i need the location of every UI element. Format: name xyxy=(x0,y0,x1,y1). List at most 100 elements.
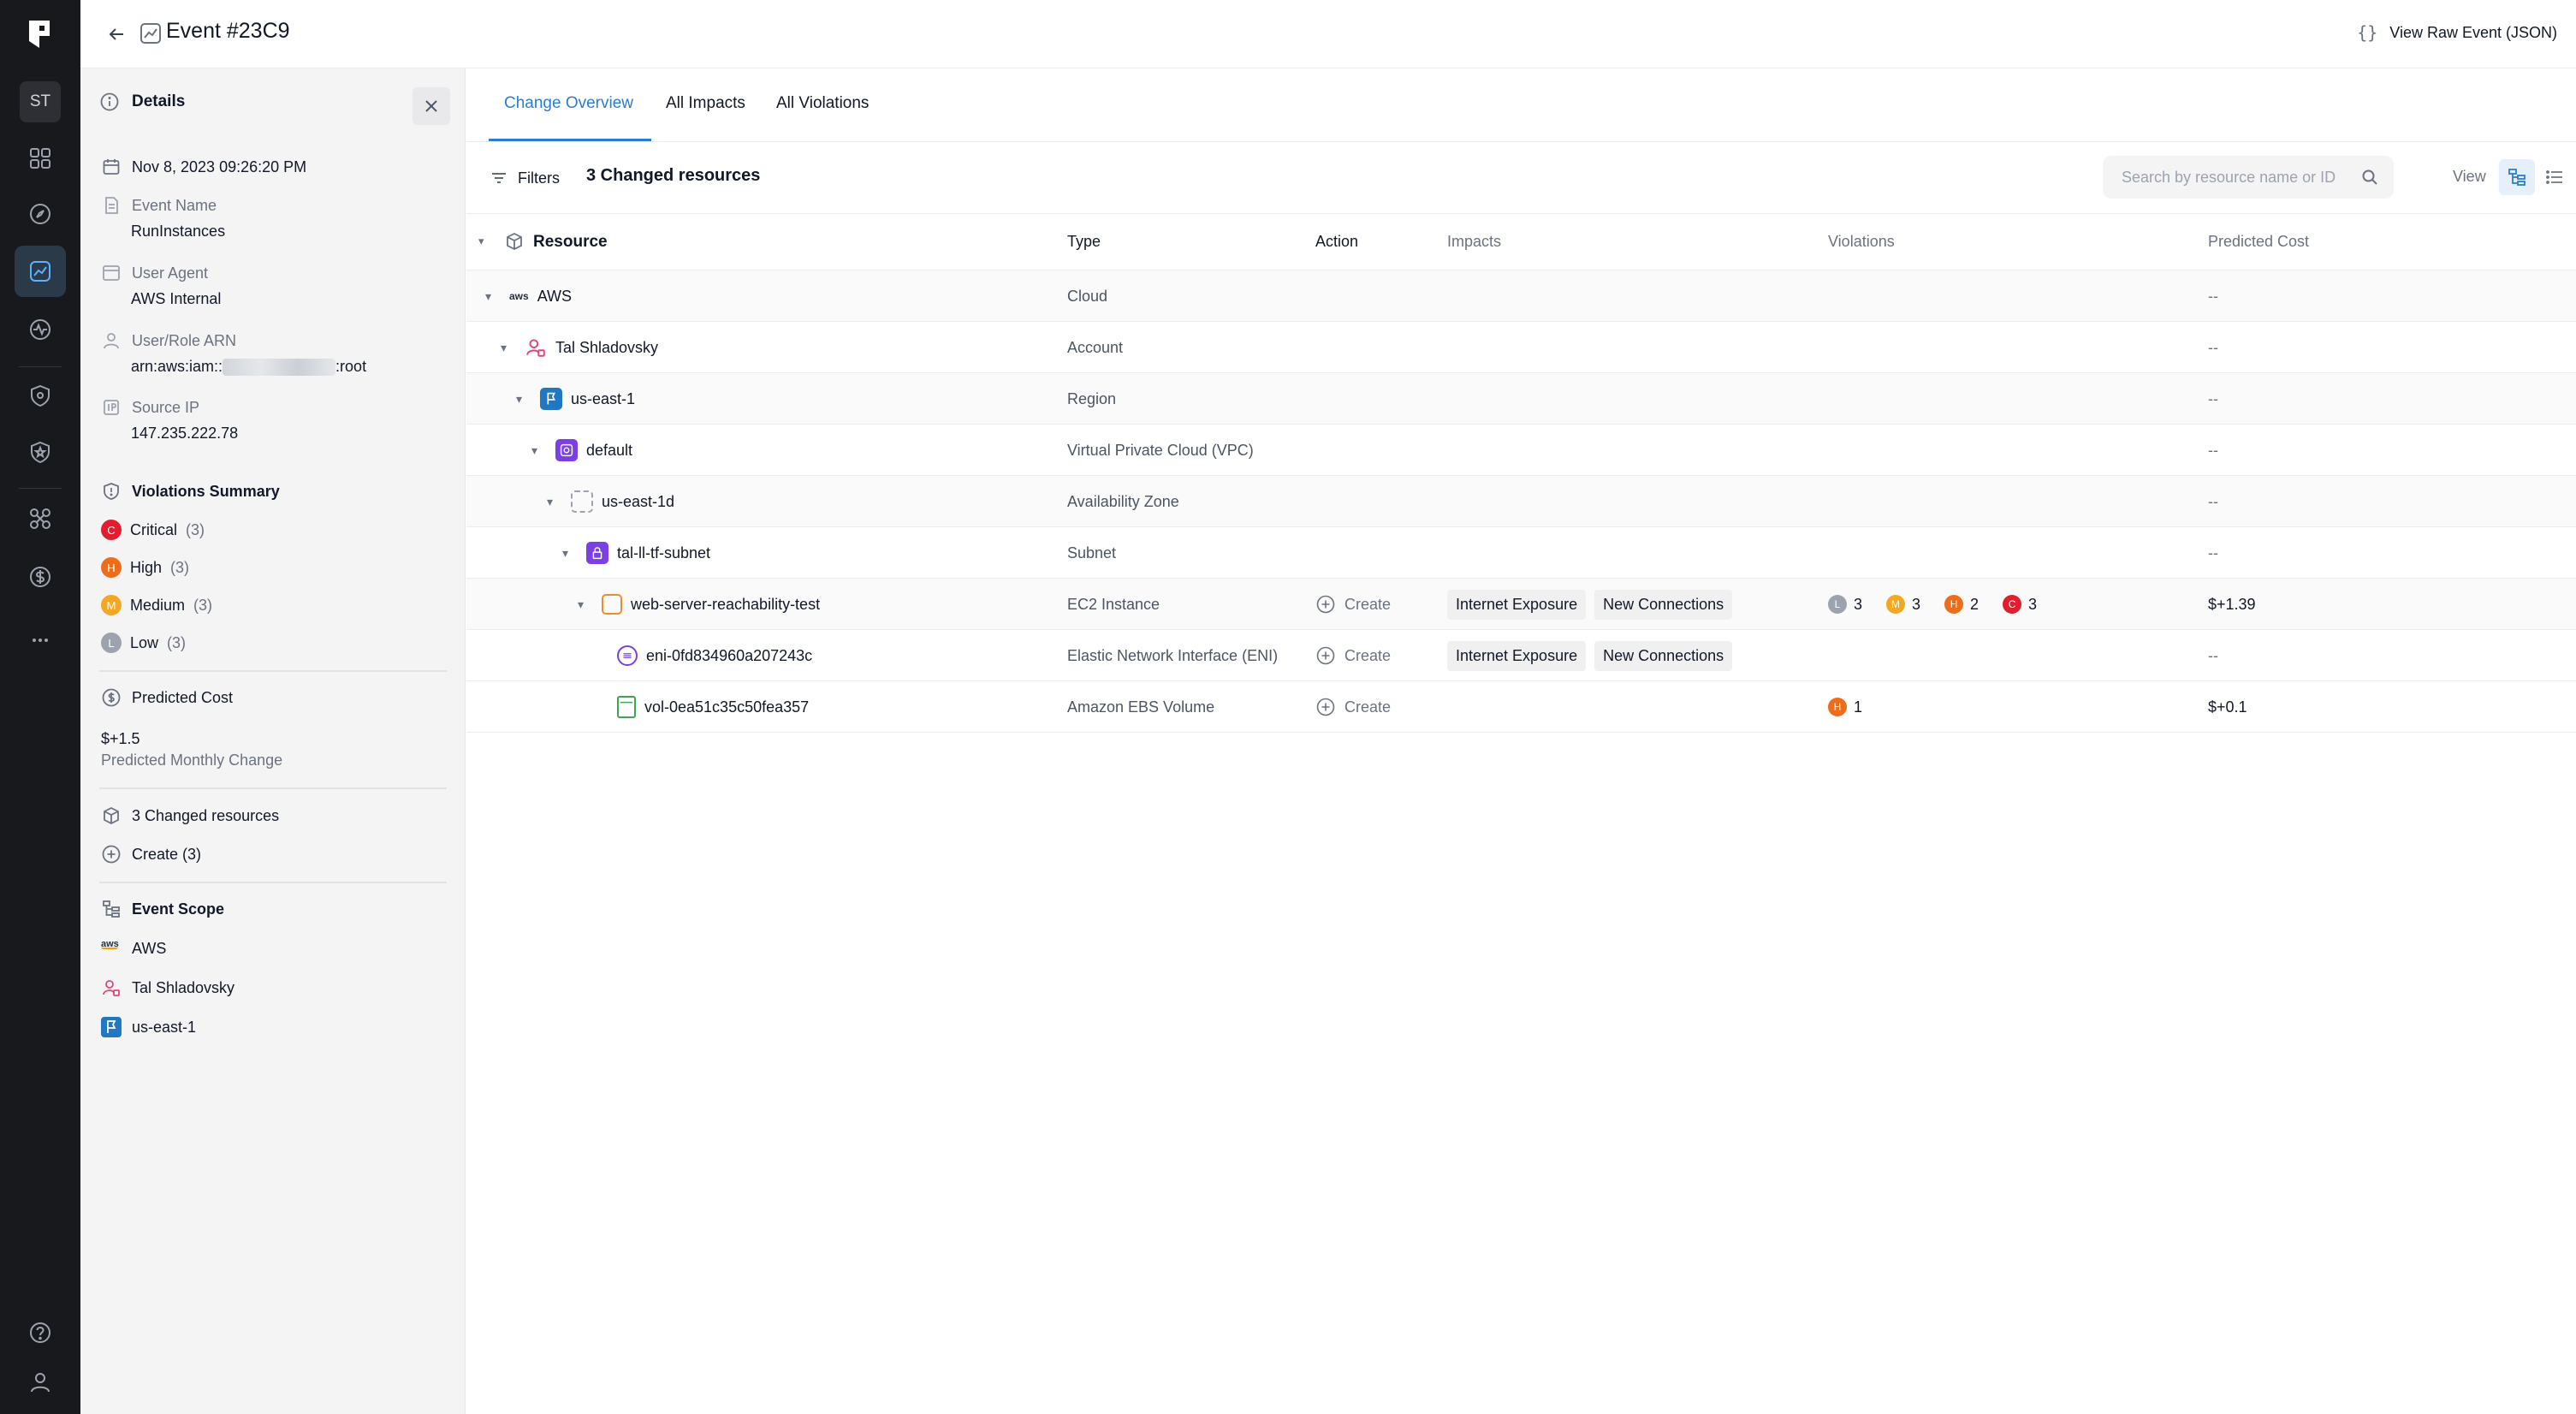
events-icon[interactable] xyxy=(15,246,66,297)
changed-resources-heading: 3 Changed resources xyxy=(101,805,279,826)
resource-name[interactable]: us-east-1d xyxy=(602,493,674,511)
region-flag-icon xyxy=(101,1017,122,1037)
nav-rail: ST xyxy=(0,0,80,1414)
violation-critical[interactable]: C Critical (3) xyxy=(101,520,205,540)
integrations-icon[interactable] xyxy=(15,493,66,544)
impact-tag[interactable]: Internet Exposure xyxy=(1447,640,1587,671)
tree-view-button[interactable] xyxy=(2499,159,2535,195)
scope-label: AWS xyxy=(132,939,167,957)
shield-star-icon[interactable] xyxy=(15,426,66,478)
scope-label: Tal Shladovsky xyxy=(132,978,235,996)
violation-high[interactable]: H1 xyxy=(1828,698,1862,716)
event-date-value: Nov 8, 2023 09:26:20 PM xyxy=(132,157,307,175)
resource-name[interactable]: us-east-1 xyxy=(571,390,635,408)
medium-badge: M xyxy=(101,595,122,615)
impact-tag[interactable]: Internet Exposure xyxy=(1447,589,1587,620)
view-raw-event-link[interactable]: {} View Raw Event (JSON) xyxy=(2357,22,2557,43)
logo-icon[interactable] xyxy=(26,17,55,51)
collapse-caret-icon[interactable]: ▾ xyxy=(578,597,595,612)
more-icon[interactable] xyxy=(15,615,66,666)
table-row[interactable]: ▾ default Virtual Private Cloud (VPC) -- xyxy=(466,425,2576,476)
column-resource[interactable]: Resource xyxy=(533,233,608,252)
table-row[interactable]: ▾ Tal Shladovsky Account -- xyxy=(466,322,2576,373)
resource-name[interactable]: AWS xyxy=(537,288,572,306)
collapse-caret-icon[interactable]: ▾ xyxy=(516,392,533,407)
help-icon[interactable] xyxy=(15,1307,66,1358)
collapse-caret-icon[interactable]: ▾ xyxy=(485,289,502,304)
table-row[interactable]: ▾ web-server-reachability-test EC2 Insta… xyxy=(466,579,2576,630)
impact-tag[interactable]: New Connections xyxy=(1594,589,1733,620)
hierarchy-icon xyxy=(103,900,120,918)
column-type[interactable]: Type xyxy=(1067,233,1101,251)
column-action[interactable]: Action xyxy=(1315,233,1358,251)
column-predicted-cost[interactable]: Predicted Cost xyxy=(2208,233,2309,251)
predicted-cost-title: Predicted Cost xyxy=(132,688,234,706)
collapse-caret-icon[interactable]: ▾ xyxy=(531,443,549,458)
resource-name[interactable]: Tal Shladovsky xyxy=(555,339,658,357)
table-row[interactable]: ▾ tal-ll-tf-subnet Subnet -- xyxy=(466,527,2576,579)
resource-type: Cloud xyxy=(1067,287,1108,305)
user-avatar[interactable]: ST xyxy=(20,81,61,122)
predicted-cost-subtitle: Predicted Monthly Change xyxy=(101,752,283,769)
back-arrow-icon[interactable] xyxy=(101,19,132,50)
critical-badge: C xyxy=(2003,595,2022,614)
scope-item-account[interactable]: Tal Shladovsky xyxy=(101,977,234,998)
activity-icon[interactable] xyxy=(15,304,66,355)
profile-icon[interactable] xyxy=(15,1357,66,1408)
list-view-button[interactable] xyxy=(2537,159,2573,195)
tab-all-impacts[interactable]: All Impacts xyxy=(666,94,745,113)
collapse-all-icon[interactable]: ▾ xyxy=(478,235,484,248)
dashboard-icon[interactable] xyxy=(15,133,66,184)
predicted-cost: $+0.1 xyxy=(2208,698,2247,716)
tab-all-violations[interactable]: All Violations xyxy=(776,94,869,113)
violation-low[interactable]: L3 xyxy=(1828,595,1862,614)
table-row[interactable]: ▾ aws AWS Cloud -- xyxy=(466,270,2576,322)
severity-label: High xyxy=(130,558,163,576)
violation-medium[interactable]: M3 xyxy=(1886,595,1920,614)
scope-item-region[interactable]: us-east-1 xyxy=(101,1017,196,1037)
violation-critical[interactable]: C3 xyxy=(2003,595,2037,614)
divider xyxy=(99,882,447,883)
resource-name[interactable]: eni-0fd834960a207243c xyxy=(646,647,812,665)
violation-medium[interactable]: M Medium (3) xyxy=(101,595,212,615)
table-row[interactable]: eni-0fd834960a207243c Elastic Network In… xyxy=(466,630,2576,681)
event-name-field: Event Name RunInstances xyxy=(101,195,225,241)
shield-icon[interactable] xyxy=(15,370,66,421)
plus-circle-icon xyxy=(102,845,121,864)
cost-icon[interactable] xyxy=(15,551,66,603)
predicted-cost: -- xyxy=(2208,492,2218,510)
impact-tag[interactable]: New Connections xyxy=(1594,640,1733,671)
table-row[interactable]: vol-0ea51c35c50fea357 Amazon EBS Volume … xyxy=(466,681,2576,733)
resource-type: Subnet xyxy=(1067,544,1117,561)
ebs-volume-icon xyxy=(617,696,636,718)
filters-button[interactable]: Filters xyxy=(489,168,560,188)
column-impacts[interactable]: Impacts xyxy=(1447,233,1501,251)
ip-icon xyxy=(104,400,119,415)
compass-icon[interactable] xyxy=(15,188,66,240)
collapse-caret-icon[interactable]: ▾ xyxy=(501,341,518,355)
table-toolbar: Filters 3 Changed resources Search by re… xyxy=(466,142,2576,214)
table-row[interactable]: ▾ us-east-1 Region -- xyxy=(466,373,2576,425)
resource-name[interactable]: default xyxy=(586,442,632,460)
source-ip-label: Source IP xyxy=(132,398,200,416)
low-badge: L xyxy=(1828,595,1847,614)
plus-circle-icon xyxy=(1316,595,1335,614)
column-violations[interactable]: Violations xyxy=(1828,233,1895,251)
table-row[interactable]: ▾ us-east-1d Availability Zone -- xyxy=(466,476,2576,527)
violation-high[interactable]: H2 xyxy=(1944,595,1979,614)
resource-name[interactable]: web-server-reachability-test xyxy=(631,596,820,614)
info-icon xyxy=(100,92,119,111)
close-details-button[interactable] xyxy=(413,87,450,125)
resource-name[interactable]: tal-ll-tf-subnet xyxy=(617,544,710,562)
violation-high[interactable]: H High (3) xyxy=(101,557,189,578)
resource-name[interactable]: vol-0ea51c35c50fea357 xyxy=(644,698,809,716)
scope-item-aws[interactable]: aws AWS xyxy=(101,938,166,959)
violations-cell: H1 xyxy=(1828,681,1886,733)
collapse-caret-icon[interactable]: ▾ xyxy=(562,546,579,561)
search-input[interactable]: Search by resource name or ID xyxy=(2103,156,2394,199)
impacts-cell: Internet Exposure New Connections xyxy=(1447,579,1741,630)
collapse-caret-icon[interactable]: ▾ xyxy=(547,495,564,509)
changed-resources-title: 3 Changed resources xyxy=(132,806,280,824)
violation-low[interactable]: L Low (3) xyxy=(101,633,186,653)
tab-change-overview[interactable]: Change Overview xyxy=(504,94,633,113)
